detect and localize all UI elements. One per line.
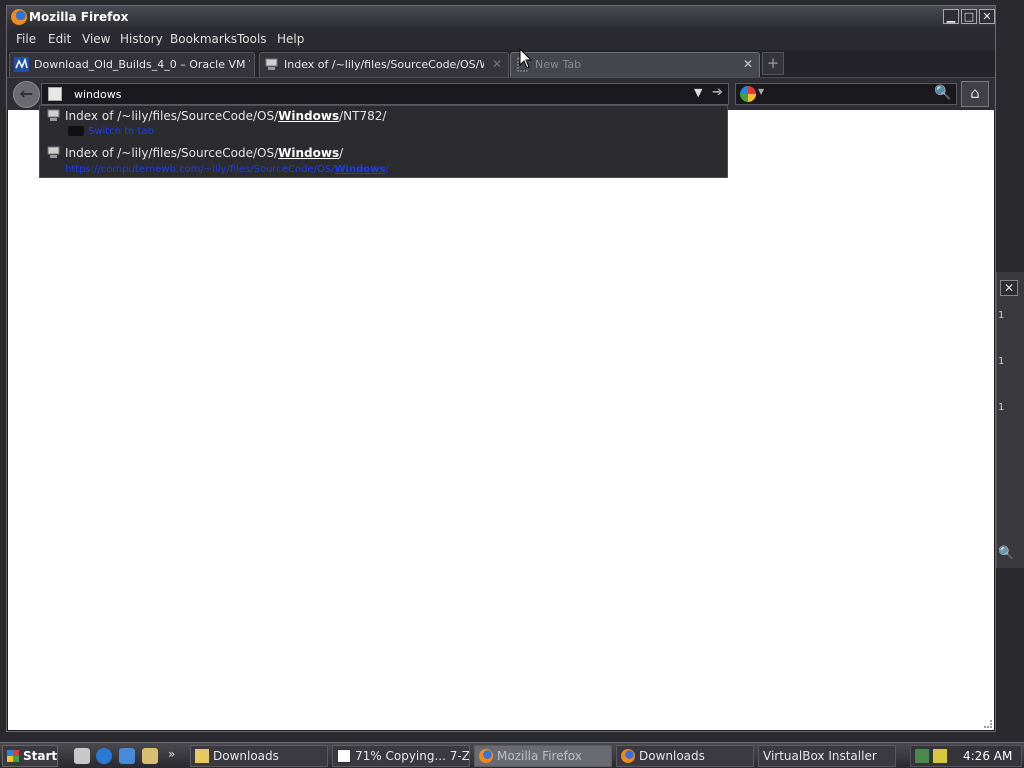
tray-app-icon[interactable] — [933, 749, 947, 763]
network-icon[interactable] — [915, 749, 929, 763]
autocomplete-item[interactable]: Index of /~lily/files/SourceCode/OS/Wind… — [40, 143, 727, 179]
search-magnifier-icon[interactable]: 🔍 — [934, 85, 951, 101]
tab-close-icon[interactable]: ✕ — [743, 57, 753, 71]
mouse-cursor-icon — [519, 48, 533, 69]
new-tab-button[interactable]: + — [762, 52, 784, 75]
background-window-text-mark: 1 — [998, 356, 1005, 367]
task-label: 71% Copying... 7-Zip — [355, 749, 470, 763]
task-label: VirtualBox Installer — [763, 749, 877, 763]
autocomplete-item[interactable]: Index of /~lily/files/SourceCode/OS/Wind… — [40, 106, 727, 142]
switch-to-tab-label: Switch to tab — [88, 126, 154, 137]
virtualbox-favicon-icon — [14, 57, 29, 72]
background-window-text-mark: 1 — [998, 310, 1005, 321]
task-7zip-copy[interactable]: 71% Copying... 7-Zip — [332, 745, 470, 767]
back-button[interactable]: ← — [13, 81, 40, 108]
tab-close-icon[interactable]: ✕ — [492, 57, 502, 71]
menu-history[interactable]: History — [120, 32, 163, 46]
minimize-button[interactable]: ▁ — [943, 9, 959, 24]
title-bar[interactable]: Mozilla Firefox ▁ □ ✕ — [7, 6, 995, 28]
start-button[interactable]: Start — [2, 745, 58, 767]
background-window-close-icon[interactable]: ✕ — [1000, 280, 1018, 296]
tab-bar: Download_Old_Builds_4_0 – Oracle VM Vi..… — [7, 50, 995, 78]
menu-bar: File Edit View History Bookmarks Tools H… — [7, 28, 995, 50]
close-button[interactable]: ✕ — [979, 9, 995, 24]
window-title: Mozilla Firefox — [29, 10, 129, 24]
url-dropdown-icon[interactable]: ▼ — [694, 86, 702, 99]
menu-help[interactable]: Help — [277, 32, 304, 46]
menu-view[interactable]: View — [82, 32, 110, 46]
autocomplete-url: https://computernewb.com/~lily/files/Sou… — [65, 164, 389, 175]
search-input[interactable] — [770, 85, 920, 103]
folder-icon — [195, 749, 209, 763]
system-tray: 4:26 AM — [910, 745, 1022, 767]
outlook-express-icon[interactable] — [119, 748, 135, 764]
internet-explorer-icon[interactable] — [96, 748, 112, 764]
server-favicon-icon — [47, 146, 60, 158]
tab-index-of[interactable]: Index of /~lily/files/SourceCode/OS/Win.… — [259, 52, 509, 77]
task-label: Downloads — [213, 749, 279, 763]
menu-file[interactable]: File — [16, 32, 36, 46]
tab-label: Index of /~lily/files/SourceCode/OS/Win.… — [284, 58, 484, 71]
task-firefox-downloads[interactable]: Downloads — [616, 745, 754, 767]
tab-new-tab[interactable]: New Tab ✕ — [510, 52, 760, 77]
menu-bookmarks[interactable]: Bookmarks — [170, 32, 237, 46]
7zip-icon — [337, 749, 351, 763]
tab-label: New Tab — [535, 58, 582, 71]
url-bar[interactable]: ▼ ➔ — [41, 83, 729, 105]
engine-dropdown-icon[interactable]: ▼ — [758, 87, 764, 96]
start-label: Start — [23, 749, 58, 763]
firefox-icon — [621, 749, 635, 763]
resize-grip-icon[interactable] — [984, 720, 992, 728]
go-arrow-icon[interactable]: ➔ — [712, 85, 723, 100]
tab-oracle-vm[interactable]: Download_Old_Builds_4_0 – Oracle VM Vi..… — [9, 52, 255, 77]
show-desktop-icon[interactable] — [74, 748, 90, 764]
windows-logo-icon — [7, 750, 19, 762]
page-content[interactable] — [8, 110, 994, 730]
windows-explorer-icon[interactable] — [142, 748, 158, 764]
background-window-search-icon[interactable]: 🔍 — [998, 546, 1016, 564]
switch-to-tab-icon — [68, 126, 84, 136]
autocomplete-title: Index of /~lily/files/SourceCode/OS/Wind… — [65, 109, 387, 123]
task-downloads-folder[interactable]: Downloads — [190, 745, 328, 767]
taskbar: Start » Downloads 71% Copying... 7-Zip M… — [0, 742, 1024, 768]
autocomplete-title: Index of /~lily/files/SourceCode/OS/Wind… — [65, 146, 344, 160]
background-window-text-mark: 1 — [998, 402, 1005, 413]
task-label: Downloads — [639, 749, 705, 763]
task-firefox[interactable]: Mozilla Firefox — [474, 745, 612, 767]
url-input[interactable] — [74, 85, 674, 103]
search-bar[interactable]: ▼ 🔍 — [735, 83, 957, 105]
site-identity-icon[interactable] — [48, 87, 62, 101]
task-virtualbox-installer[interactable]: VirtualBox Installer — [758, 745, 896, 767]
url-autocomplete-popup: Index of /~lily/files/SourceCode/OS/Wind… — [39, 105, 728, 178]
server-favicon-icon — [265, 58, 278, 70]
google-engine-icon[interactable] — [740, 86, 756, 102]
quicklaunch-more-icon[interactable]: » — [168, 747, 175, 761]
firefox-icon — [479, 749, 493, 763]
menu-tools[interactable]: Tools — [237, 32, 267, 46]
task-label: Mozilla Firefox — [497, 749, 582, 763]
server-favicon-icon — [47, 109, 60, 121]
maximize-button[interactable]: □ — [961, 9, 977, 24]
tab-label: Download_Old_Builds_4_0 – Oracle VM Vi..… — [34, 58, 250, 71]
clock[interactable]: 4:26 AM — [963, 749, 1012, 763]
firefox-logo-icon — [11, 9, 27, 25]
menu-edit[interactable]: Edit — [48, 32, 71, 46]
home-button[interactable]: ⌂ — [961, 81, 989, 107]
